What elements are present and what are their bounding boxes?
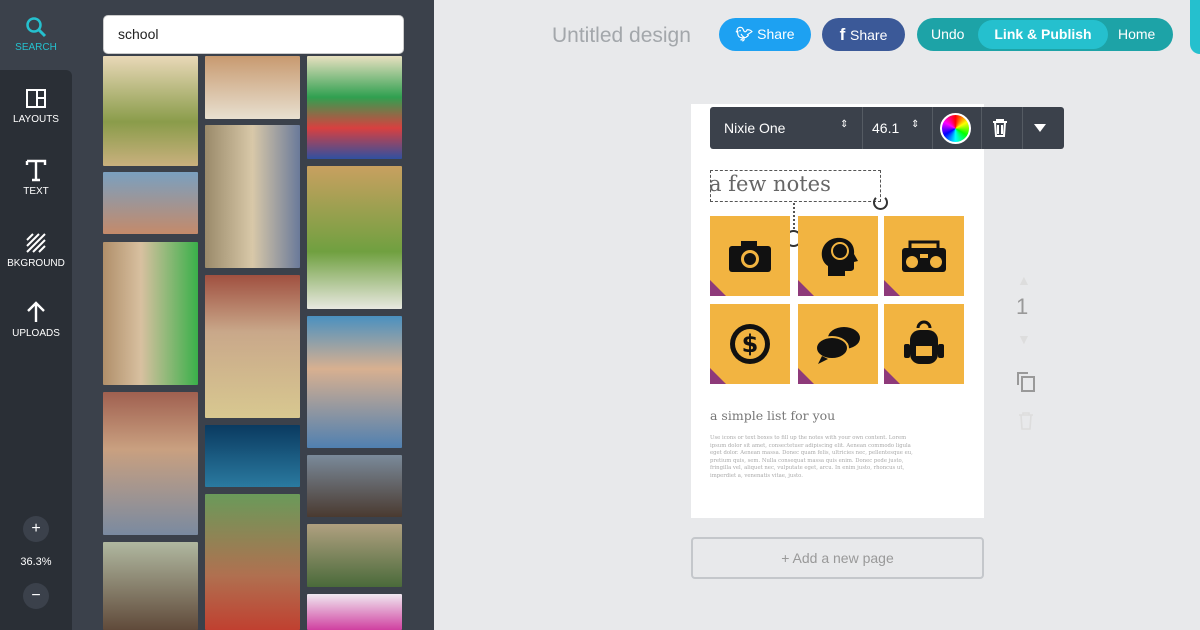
photo-result[interactable] [205, 425, 300, 487]
rail-text[interactable]: TEXT [0, 158, 72, 197]
size-stepper-icon[interactable]: ⇕ [911, 119, 919, 130]
undo-button[interactable]: Undo [931, 18, 964, 51]
photo-result[interactable] [307, 594, 402, 630]
font-select[interactable]: Nixie One [724, 120, 785, 136]
search-icon [26, 17, 47, 38]
photo-result[interactable] [307, 166, 402, 309]
button-label: Share [850, 27, 888, 43]
tile-dollar[interactable]: $ [710, 304, 790, 384]
rail-search[interactable]: SEARCH [0, 16, 72, 53]
twitter-share-button[interactable]: 🐦︎ Share [719, 18, 811, 51]
photo-result[interactable] [103, 542, 198, 630]
design-heading[interactable]: a few notes [709, 172, 831, 196]
connector-line [793, 203, 795, 233]
left-rail: SEARCH LAYOUTS TEXT BKGROUND UPLOADS + 3… [0, 0, 72, 630]
chat-icon [815, 327, 860, 364]
button-label: Share [757, 26, 795, 42]
search-input[interactable]: school [103, 15, 404, 54]
svg-text:$: $ [742, 330, 759, 358]
brain-head-icon [821, 237, 858, 276]
link-publish-button[interactable]: Link & Publish [978, 20, 1108, 49]
photo-result[interactable] [307, 56, 402, 159]
rail-label: LAYOUTS [13, 114, 59, 125]
design-title[interactable]: Untitled design [552, 24, 691, 48]
boombox-icon [902, 240, 946, 272]
action-group: Undo Link & Publish Home [917, 18, 1173, 51]
search-results-panel [72, 0, 434, 630]
rail-label: BKGROUND [7, 258, 65, 269]
add-page-button[interactable]: + Add a new page [691, 537, 984, 579]
photo-result[interactable] [307, 316, 402, 448]
page-number: 1 [1016, 294, 1029, 319]
photo-result[interactable] [103, 392, 198, 535]
rail-label: UPLOADS [12, 328, 60, 339]
photo-result[interactable] [103, 56, 198, 166]
tile-boombox[interactable] [884, 216, 964, 296]
design-subheading[interactable]: a simple list for you [710, 408, 835, 423]
rotate-handle-icon[interactable] [873, 195, 888, 210]
account-tab[interactable] [1190, 0, 1200, 54]
move-page-up-icon[interactable]: ▲ [1017, 272, 1031, 288]
photo-result[interactable] [205, 494, 300, 630]
facebook-share-button[interactable]: f Share [822, 18, 905, 51]
photo-result[interactable] [205, 125, 300, 268]
zoom-level: 36.3% [20, 556, 52, 568]
font-stepper-icon[interactable]: ⇕ [840, 119, 848, 130]
text-icon [25, 159, 47, 182]
text-toolbar: Nixie One ⇕ 46.1 ⇕ [710, 107, 1064, 149]
font-size-input[interactable]: 46.1 [872, 120, 899, 136]
photo-result[interactable] [307, 455, 402, 517]
layouts-icon [26, 89, 46, 108]
photo-result[interactable] [103, 242, 198, 385]
move-page-down-icon[interactable]: ▼ [1017, 331, 1031, 347]
background-icon [26, 233, 46, 253]
upload-icon [27, 301, 45, 322]
rail-label: SEARCH [15, 42, 57, 53]
duplicate-page-icon[interactable] [1016, 371, 1036, 393]
twitter-icon: 🐦︎ [735, 26, 758, 42]
home-button[interactable]: Home [1118, 18, 1155, 51]
dollar-icon: $ [730, 324, 770, 364]
rail-background[interactable]: BKGROUND [0, 232, 72, 269]
tile-backpack[interactable] [884, 304, 964, 384]
tile-chat[interactable] [798, 304, 878, 384]
tile-camera[interactable] [710, 216, 790, 296]
tile-brain[interactable] [798, 216, 878, 296]
zoom-in-button[interactable]: + [23, 516, 49, 542]
rail-panel [0, 70, 72, 630]
facebook-icon: f [839, 25, 851, 44]
rail-uploads[interactable]: UPLOADS [0, 300, 72, 339]
rail-label: TEXT [23, 186, 49, 197]
design-body-text[interactable]: Use icons or text boxes to fill up the n… [710, 435, 915, 480]
backpack-icon [904, 320, 944, 364]
trash-icon[interactable] [991, 118, 1009, 138]
camera-icon [729, 241, 771, 272]
color-picker-icon[interactable] [940, 113, 971, 144]
photo-result[interactable] [103, 172, 198, 234]
delete-page-icon[interactable] [1018, 412, 1034, 430]
chevron-down-icon[interactable] [1034, 124, 1046, 132]
photo-result[interactable] [205, 56, 300, 119]
rail-layouts[interactable]: LAYOUTS [0, 88, 72, 125]
photo-result[interactable] [307, 524, 402, 587]
photo-result[interactable] [205, 275, 300, 418]
zoom-out-button[interactable]: − [23, 583, 49, 609]
